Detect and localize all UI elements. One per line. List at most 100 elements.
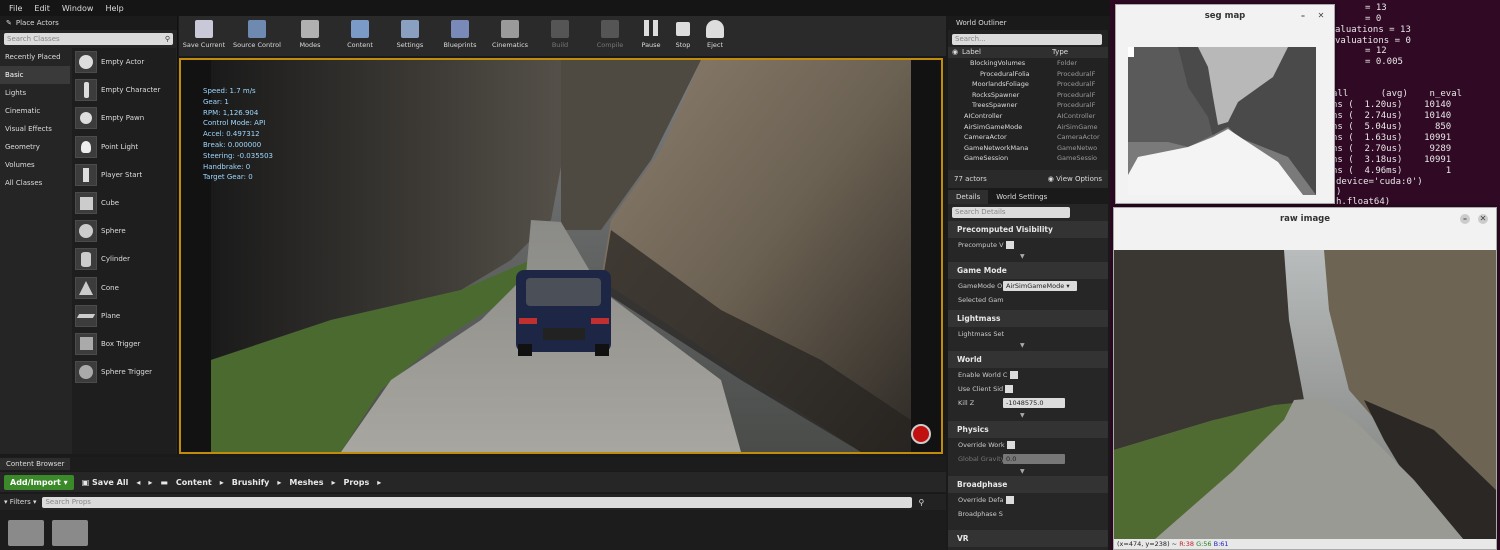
actor-empty-actor[interactable]: Empty Actor (72, 48, 176, 76)
category-lights[interactable]: Lights (0, 84, 70, 102)
actor-plane[interactable]: Plane (72, 302, 176, 330)
category-visual-effects[interactable]: Visual Effects (0, 120, 70, 138)
actor-box-trigger[interactable]: Box Trigger (72, 330, 176, 358)
path-brushify[interactable]: Brushify (232, 478, 270, 487)
forward-arrow-icon[interactable]: ▸ (148, 478, 152, 487)
section-physics[interactable]: Physics (948, 421, 1108, 438)
menu-help[interactable]: Help (100, 4, 128, 13)
source-control-button[interactable]: Source Control (229, 20, 285, 49)
actor-cylinder[interactable]: Cylinder (72, 245, 176, 273)
outliner-search-input[interactable]: Search... (952, 34, 1102, 45)
gravity-input[interactable]: 0.0 (1003, 454, 1065, 464)
actor-empty-pawn[interactable]: Empty Pawn (72, 104, 176, 132)
stop-button[interactable]: Stop (667, 20, 699, 49)
eject-button[interactable]: Eject (699, 20, 731, 49)
save-all-button[interactable]: ▣ Save All (82, 478, 129, 487)
place-actors-tab[interactable]: ✎ Place Actors (0, 16, 177, 30)
level-viewport[interactable] (179, 58, 943, 454)
outliner-row[interactable]: AIController AIController (952, 111, 1108, 122)
menu-edit[interactable]: Edit (29, 4, 55, 13)
outliner-row[interactable]: TreesSpawner ProceduralF (952, 100, 1108, 111)
gamemode-dropdown[interactable]: AirSimGameMode ▾ (1003, 281, 1077, 291)
raw-image-titlebar[interactable]: raw image – ✕ (1114, 208, 1496, 230)
actor-sphere-trigger[interactable]: Sphere Trigger (72, 358, 176, 386)
section-game-mode[interactable]: Game Mode (948, 262, 1108, 279)
killz-input[interactable]: -1048575.0 (1003, 398, 1065, 408)
chevron-down-icon[interactable]: ▼ (1020, 412, 1025, 419)
col-type[interactable]: Type (1052, 47, 1068, 58)
close-icon[interactable]: ✕ (1316, 11, 1326, 21)
outliner-row[interactable]: CameraActor CameraActor (952, 132, 1108, 143)
outliner-row[interactable]: BlockingVolumes Folder (952, 58, 1108, 69)
minimize-icon[interactable]: – (1460, 214, 1470, 224)
chevron-down-icon[interactable]: ▼ (1020, 468, 1025, 475)
build-button[interactable]: Build (535, 20, 585, 49)
menu-window[interactable]: Window (57, 4, 99, 13)
record-button[interactable] (911, 424, 931, 444)
seg-map-titlebar[interactable]: seg map – ✕ (1116, 5, 1334, 27)
search-classes-input[interactable]: Search Classes ⚲ (4, 33, 173, 45)
use-client-checkbox[interactable] (1005, 385, 1014, 393)
folder-thumbnail[interactable] (8, 520, 44, 546)
col-label[interactable]: Label (962, 47, 1052, 58)
tab-details[interactable]: Details (948, 190, 989, 204)
category-basic[interactable]: Basic (0, 66, 70, 84)
actor-sphere[interactable]: Sphere (72, 217, 176, 245)
lightmass-row[interactable]: Lightmass Set (948, 327, 1108, 341)
section-world[interactable]: World (948, 351, 1108, 368)
category-cinematic[interactable]: Cinematic (0, 102, 70, 120)
broadphase-settings-row[interactable]: Broadphase S (948, 507, 1108, 521)
save-current-button[interactable]: Save Current (179, 20, 229, 49)
section-broadphase[interactable]: Broadphase (948, 476, 1108, 493)
settings-button[interactable]: Settings (385, 20, 435, 49)
override-defaults-checkbox[interactable] (1005, 496, 1014, 504)
tab-world-settings[interactable]: World Settings (988, 190, 1055, 204)
path-props[interactable]: Props (343, 478, 369, 487)
category-recently-placed[interactable]: Recently Placed (0, 48, 70, 66)
outliner-row[interactable]: GameNetworkMana GameNetwo (952, 143, 1108, 154)
section-lightmass[interactable]: Lightmass (948, 310, 1108, 327)
actor-cone[interactable]: Cone (72, 274, 176, 302)
world-outliner-tab[interactable]: World Outliner (948, 16, 1108, 30)
pause-button[interactable]: Pause (635, 20, 667, 49)
enable-world-checkbox[interactable] (1009, 371, 1018, 379)
menu-file[interactable]: File (4, 4, 27, 13)
outliner-row[interactable]: RocksSpawner ProceduralF (952, 90, 1108, 101)
outliner-row[interactable]: GameSession GameSessio (952, 153, 1108, 164)
minimize-icon[interactable]: – (1298, 11, 1308, 21)
blueprints-button[interactable]: Blueprints (435, 20, 485, 49)
section-precomputed-visibility[interactable]: Precomputed Visibility (948, 221, 1108, 238)
content-browser-tab[interactable]: Content Browser (0, 458, 71, 470)
path-meshes[interactable]: Meshes (289, 478, 323, 487)
modes-button[interactable]: Modes (285, 20, 335, 49)
raw-image-window[interactable]: raw image – ✕ (x=474, y=238) ~ R:38 G:56… (1113, 207, 1497, 550)
section-vr[interactable]: VR (948, 530, 1108, 547)
actor-cube[interactable]: Cube (72, 189, 176, 217)
seg-map-window[interactable]: seg map – ✕ (1115, 4, 1335, 204)
outliner-row[interactable]: MoorlandsFoliage ProceduralF (952, 79, 1108, 90)
actor-player-start[interactable]: Player Start (72, 161, 176, 189)
precompute-checkbox[interactable] (1005, 241, 1014, 249)
chevron-down-icon[interactable]: ▼ (1020, 253, 1025, 260)
outliner-row[interactable]: ProceduralFolia ProceduralF (952, 69, 1108, 80)
search-props-input[interactable]: Search Props (42, 496, 913, 508)
category-all-classes[interactable]: All Classes (0, 174, 70, 192)
outliner-row[interactable]: AirSimGameMode AirSimGame (952, 122, 1108, 133)
actor-empty-character[interactable]: Empty Character (72, 76, 176, 104)
selected-game-row[interactable]: Selected Gam (948, 293, 1108, 307)
category-geometry[interactable]: Geometry (0, 138, 70, 156)
raw-image-view[interactable] (1114, 250, 1496, 540)
cinematics-button[interactable]: Cinematics (485, 20, 535, 49)
path-content[interactable]: Content (176, 478, 212, 487)
folder-thumbnail[interactable] (52, 520, 88, 546)
close-icon[interactable]: ✕ (1478, 214, 1488, 224)
chevron-down-icon[interactable]: ▼ (1020, 342, 1025, 349)
details-search-input[interactable]: Search Details (952, 207, 1070, 218)
override-world-checkbox[interactable] (1006, 441, 1015, 449)
actor-point-light[interactable]: Point Light (72, 133, 176, 161)
compile-button[interactable]: Compile (585, 20, 635, 49)
back-arrow-icon[interactable]: ◂ (136, 478, 140, 487)
category-volumes[interactable]: Volumes (0, 156, 70, 174)
filters-button[interactable]: ▾ Filters ▾ (4, 498, 36, 506)
add-import-button[interactable]: Add/Import ▾ (4, 474, 74, 490)
